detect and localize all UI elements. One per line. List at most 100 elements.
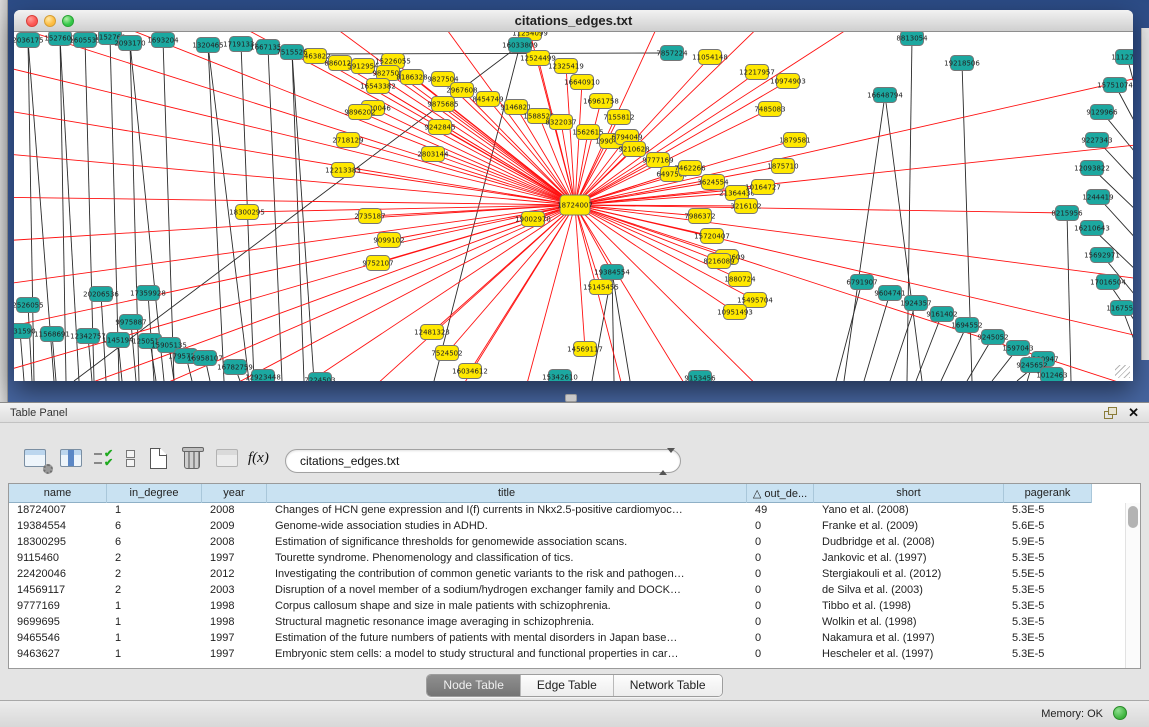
column-header-short[interactable]: short xyxy=(814,484,1004,503)
table-cell[interactable]: 14569117 xyxy=(9,583,107,599)
table-cell[interactable]: 1 xyxy=(107,503,202,519)
table-scrollbar[interactable] xyxy=(1125,503,1140,668)
memory-ok-indicator[interactable] xyxy=(1113,706,1127,720)
row-stack-icon[interactable] xyxy=(122,446,148,472)
panel-divider-handle[interactable] xyxy=(565,394,577,402)
table-cell[interactable]: Dudbridge et al. (2008) xyxy=(814,535,1004,551)
graph-node[interactable]: 9210628 xyxy=(618,142,649,157)
graph-node[interactable]: 18724007 xyxy=(557,195,593,215)
table-cell[interactable]: Embryonic stem cells: a model to study s… xyxy=(267,647,747,663)
graph-node[interactable]: 1694552 xyxy=(951,318,982,333)
table-cell[interactable]: 0 xyxy=(747,551,814,567)
column-header-name[interactable]: name xyxy=(9,484,107,503)
graph-node[interactable]: 2036175 xyxy=(14,33,44,48)
tab-edge-table[interactable]: Edge Table xyxy=(521,675,614,696)
graph-node[interactable]: 8454749 xyxy=(472,92,503,107)
table-cell[interactable]: 49 xyxy=(747,503,814,519)
column-header-year[interactable]: year xyxy=(202,484,267,503)
scrollbar-thumb[interactable] xyxy=(1128,506,1138,528)
graph-node[interactable]: 19384554 xyxy=(594,265,630,280)
graph-node[interactable]: 12481323 xyxy=(414,325,450,340)
table-row[interactable]: 911546021997Tourette syndrome. Phenomeno… xyxy=(9,551,1092,567)
table-cell[interactable]: 2012 xyxy=(202,567,267,583)
graph-node[interactable]: 9896202 xyxy=(344,105,375,120)
graph-node[interactable]: 16648794 xyxy=(867,88,903,103)
graph-node[interactable]: 7857224 xyxy=(656,46,688,61)
table-cell[interactable]: 1997 xyxy=(202,551,267,567)
table-cell[interactable]: 9699695 xyxy=(9,615,107,631)
graph-node[interactable]: 1597043 xyxy=(1002,341,1033,356)
graph-node[interactable]: 2803144 xyxy=(417,147,449,162)
graph-node[interactable]: 8186328 xyxy=(396,70,427,85)
graph-node[interactable]: 19218506 xyxy=(944,56,980,71)
column-header-outde[interactable]: △ out_de... xyxy=(747,484,814,503)
graph-node[interactable]: 7485083 xyxy=(754,102,785,117)
table-cell[interactable]: 2 xyxy=(107,567,202,583)
table-row[interactable]: 1830029562008Estimation of significance … xyxy=(9,535,1092,551)
graph-node[interactable]: 8322037 xyxy=(545,115,576,130)
graph-node[interactable]: 2093170 xyxy=(114,36,145,51)
graph-node[interactable]: 15720407 xyxy=(694,229,730,244)
graph-node[interactable]: 9161402 xyxy=(926,307,957,322)
checklist-icon[interactable]: ✔✔ xyxy=(94,446,120,472)
graph-node[interactable]: 9153456 xyxy=(684,371,716,382)
table-cell[interactable]: 1 xyxy=(107,647,202,663)
network-window-titlebar[interactable]: citations_edges.txt xyxy=(14,10,1133,32)
table-cell[interactable]: 0 xyxy=(747,647,814,663)
graph-node[interactable]: 2526055 xyxy=(14,298,44,313)
table-cell[interactable]: Tourette syndrome. Phenomenology and cla… xyxy=(267,551,747,567)
graph-node[interactable]: 8216089 xyxy=(703,254,734,269)
graph-node[interactable]: 17359928 xyxy=(130,286,166,301)
graph-node[interactable]: 1875710 xyxy=(767,159,798,174)
graph-node[interactable]: 16961758 xyxy=(583,94,619,109)
table-cell[interactable]: 1997 xyxy=(202,647,267,663)
graph-node[interactable]: 9245052 xyxy=(977,330,1008,345)
table-cell[interactable]: 6 xyxy=(107,519,202,535)
graph-node[interactable]: 8813054 xyxy=(896,32,928,46)
table-cell[interactable]: 18724007 xyxy=(9,503,107,519)
table-cell[interactable]: 0 xyxy=(747,567,814,583)
table-cell[interactable]: 1 xyxy=(107,615,202,631)
table-cell[interactable]: 2008 xyxy=(202,503,267,519)
table-cell[interactable]: 19384554 xyxy=(9,519,107,535)
graph-node[interactable]: 12342757 xyxy=(70,329,106,344)
table-cell[interactable]: Nakamura et al. (1997) xyxy=(814,631,1004,647)
graph-node[interactable]: 9777169 xyxy=(642,153,673,168)
float-panel-icon[interactable] xyxy=(1104,407,1117,419)
table-cell[interactable]: 0 xyxy=(747,599,814,615)
table-cell[interactable]: 5.6E-5 xyxy=(1004,519,1092,535)
table-row[interactable]: 2242004622012Investigating the contribut… xyxy=(9,567,1092,583)
graph-node[interactable]: 12093822 xyxy=(1074,161,1110,176)
graph-node[interactable]: 1167553 xyxy=(1106,301,1133,316)
graph-node[interactable]: 3624554 xyxy=(697,175,729,190)
graph-node[interactable]: 15751074 xyxy=(1097,78,1133,93)
resize-grip-icon[interactable] xyxy=(1115,365,1130,378)
graph-node[interactable]: 7986372 xyxy=(684,209,715,224)
table-cell[interactable]: Wolkin et al. (1998) xyxy=(814,615,1004,631)
table-cell[interactable]: 1 xyxy=(107,599,202,615)
graph-node[interactable]: 2718129 xyxy=(332,133,363,148)
table-cell[interactable]: 5.3E-5 xyxy=(1004,647,1092,663)
table-cell[interactable]: 9777169 xyxy=(9,599,107,615)
table-cell[interactable]: Yano et al. (2008) xyxy=(814,503,1004,519)
table-cell[interactable]: 1997 xyxy=(202,631,267,647)
column-header-title[interactable]: title xyxy=(267,484,747,503)
graph-node[interactable]: 3216102 xyxy=(730,199,761,214)
column-header-pagerank[interactable]: pagerank xyxy=(1004,484,1092,503)
table-cell[interactable]: 5.5E-5 xyxy=(1004,567,1092,583)
graph-node[interactable]: 1320465 xyxy=(192,38,223,53)
column-header-indegree[interactable]: in_degree xyxy=(107,484,202,503)
graph-node[interactable]: 3931590 xyxy=(14,324,36,339)
table-row[interactable]: 1456911722003Disruption of a novel membe… xyxy=(9,583,1092,599)
graph-node[interactable]: 15342610 xyxy=(542,370,578,382)
table-cell[interactable]: 1998 xyxy=(202,615,267,631)
graph-node[interactable]: 7524502 xyxy=(431,346,462,361)
graph-node[interactable]: 7155812 xyxy=(603,110,634,125)
tab-node-table[interactable]: Node Table xyxy=(427,675,521,696)
graph-node[interactable]: 9099102 xyxy=(373,233,404,248)
graph-node[interactable]: 1924357 xyxy=(900,296,931,311)
table-cell[interactable]: Estimation of the future numbers of pati… xyxy=(267,631,747,647)
table-row[interactable]: 1872400712008Changes of HCN gene express… xyxy=(9,503,1092,519)
new-document-icon[interactable] xyxy=(150,446,176,472)
graph-node[interactable]: 16034612 xyxy=(452,364,488,379)
